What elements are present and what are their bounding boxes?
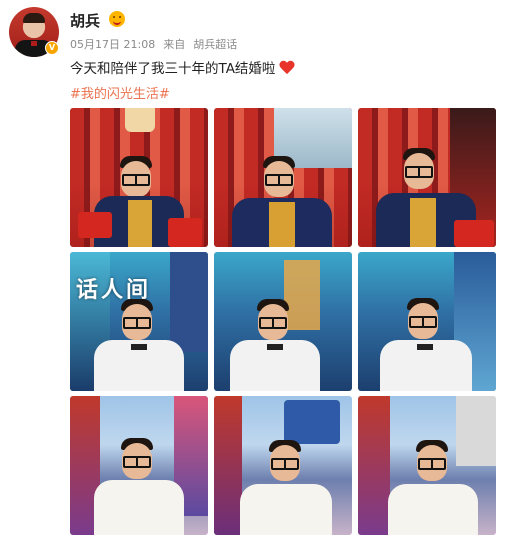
red-heart-icon — [279, 61, 295, 75]
post-date: 05月17日 21:08 — [70, 38, 156, 51]
photo-6[interactable] — [358, 252, 496, 391]
photo-5[interactable] — [214, 252, 352, 391]
post-meta: 05月17日 21:08 来自 胡兵超话 — [70, 36, 237, 52]
photo-2[interactable] — [214, 108, 352, 247]
photo-7[interactable] — [70, 396, 208, 535]
post-text: 今天和陪伴了我三十年的TA结婚啦 — [70, 61, 276, 77]
post-content: 今天和陪伴了我三十年的TA结婚啦 — [70, 57, 295, 77]
hashtag-link[interactable]: #我的闪光生活# — [70, 83, 170, 102]
verified-icon: V — [45, 41, 59, 55]
author-name[interactable]: 胡兵 — [70, 10, 100, 31]
photo-3[interactable] — [358, 108, 496, 247]
watermark-text: 话人间 — [76, 278, 152, 303]
photo-8[interactable] — [214, 396, 352, 535]
photo-9[interactable] — [358, 396, 496, 535]
emoji-icon — [109, 11, 125, 27]
source-link[interactable]: 胡兵超话 — [193, 38, 237, 51]
source-prefix: 来自 — [163, 38, 186, 51]
photo-grid — [70, 108, 496, 536]
photo-1[interactable] — [70, 108, 208, 247]
